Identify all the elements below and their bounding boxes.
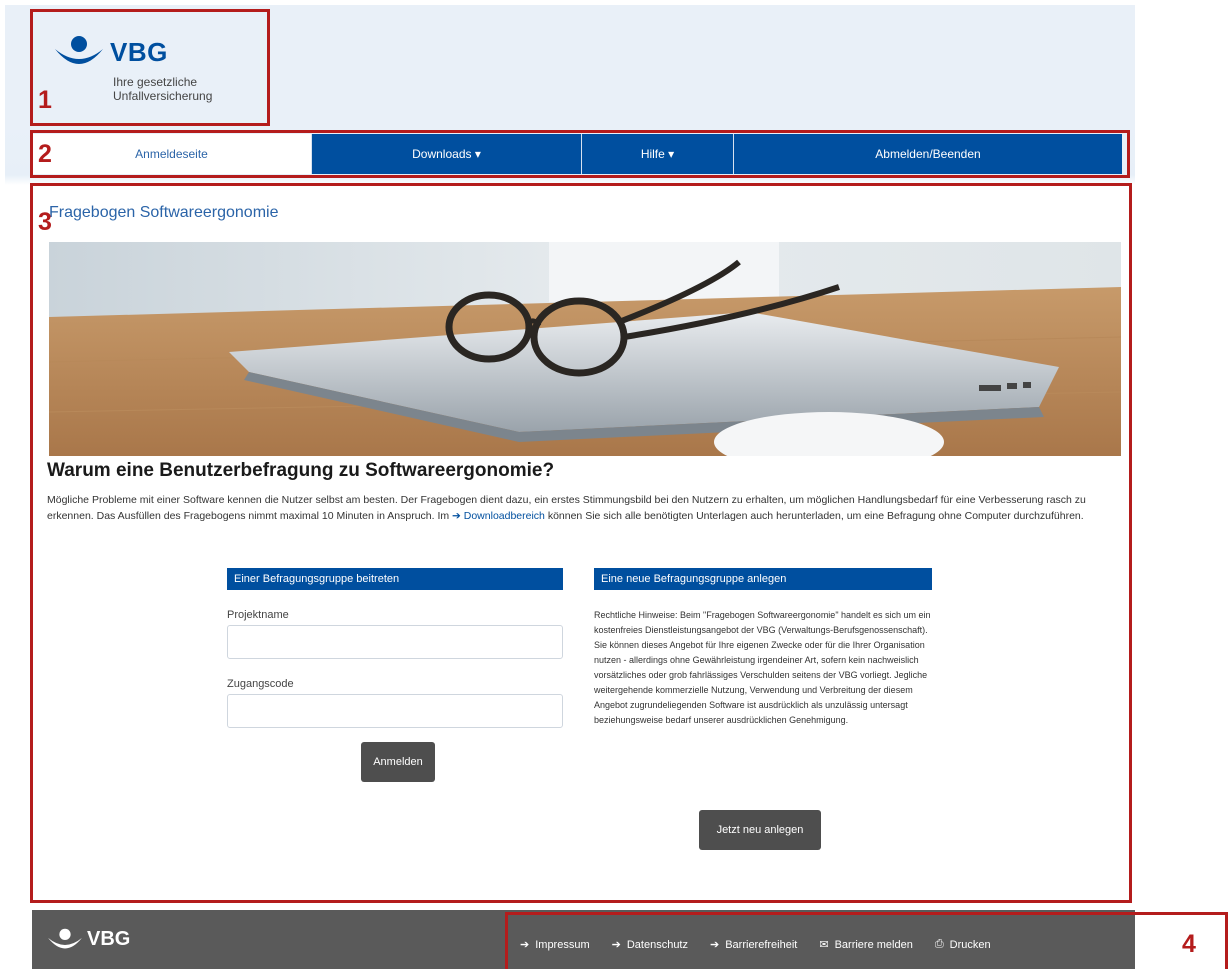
vbg-logo[interactable]: VBG Ihre gesetzliche Unfallversicherung [35,25,275,125]
header: VBG Ihre gesetzliche Unfallversicherung [5,5,1135,130]
footer: VBG ➔ Impressum ➔ Datenschutz ➔ Barriere… [32,910,1135,969]
nav-item-hilfe[interactable]: Hilfe ▾ [582,134,734,174]
callout-number-1: 1 [38,86,52,114]
envelope-icon: ✉ [819,939,829,951]
logo-tagline: Ihre gesetzliche Unfallversicherung [113,75,273,103]
footer-brand[interactable]: VBG [87,928,130,951]
footer-link-impressum[interactable]: ➔ Impressum [520,938,590,952]
legal-notice-text: Rechtliche Hinweise: Beim "Fragebogen So… [594,610,931,725]
callout-number-2: 2 [38,140,52,168]
logo-brand-text: VBG [110,37,168,67]
logo-tagline-line2: Unfallversicherung [113,89,213,103]
footer-link-drucken[interactable]: ⎙ Drucken [935,938,991,951]
vbg-logo-mark-icon [55,36,103,64]
main-content: Fragebogen Softwareergonomie Warum eine … [37,190,1137,905]
callout-number-3: 3 [38,208,52,236]
arrow-right-icon: ➔ [611,939,621,951]
nav-item-abmelden[interactable]: Abmelden/Beenden [734,134,1122,174]
arrow-right-icon: ➔ [710,939,720,951]
footer-link-datenschutz[interactable]: ➔ Datenschutz [611,938,688,952]
callout-number-4: 4 [1182,930,1196,958]
footer-link-label: Barrierefreiheit [725,938,798,951]
access-code-input[interactable] [227,694,563,728]
downloadbereich-link[interactable]: ➔ Downloadbereich [452,510,545,522]
logo-tagline-line1: Ihre gesetzliche [113,75,198,89]
footer-link-barriere-melden[interactable]: ✉ Barriere melden [819,938,913,952]
nav-item-anmeldeseite[interactable]: Anmeldeseite [32,134,312,174]
arrow-right-icon: ➔ [520,939,530,951]
create-panel-heading: Eine neue Befragungsgruppe anlegen [594,568,932,590]
footer-link-barrierefreiheit[interactable]: ➔ Barrierefreiheit [710,938,798,952]
printer-icon: ⎙ [934,938,944,950]
join-panel-heading: Einer Befragungsgruppe beitreten [227,568,563,590]
footer-links: ➔ Impressum ➔ Datenschutz ➔ Barrierefrei… [520,938,991,951]
intro-text-part2: können Sie sich alle benötigten Unterlag… [544,510,1084,522]
intro-heading: Warum eine Benutzerbefragung zu Software… [47,460,555,481]
footer-link-label: Impressum [535,938,590,951]
create-new-group-button[interactable]: Jetzt neu anlegen [699,810,821,850]
hero-photo-laptop-glasses [49,242,1121,456]
footer-link-label: Drucken [949,938,991,951]
intro-text: Mögliche Probleme mit einer Software ken… [47,492,1122,524]
page-title: Fragebogen Softwareergonomie [49,204,279,221]
project-name-input[interactable] [227,625,563,659]
footer-link-label: Datenschutz [626,938,688,951]
main-navigation: Anmeldeseite Downloads ▾ Hilfe ▾ Abmelde… [32,134,1122,174]
nav-item-downloads[interactable]: Downloads ▾ [312,134,582,174]
page: VBG Ihre gesetzliche Unfallversicherung … [0,0,1229,969]
footer-link-label: Barriere melden [834,938,913,951]
access-code-label: Zugangscode [227,678,294,690]
anmelden-button[interactable]: Anmelden [361,742,435,782]
project-name-label: Projektname [227,609,289,621]
footer-logo-mark-icon [48,928,82,949]
hero-image [49,242,1121,456]
